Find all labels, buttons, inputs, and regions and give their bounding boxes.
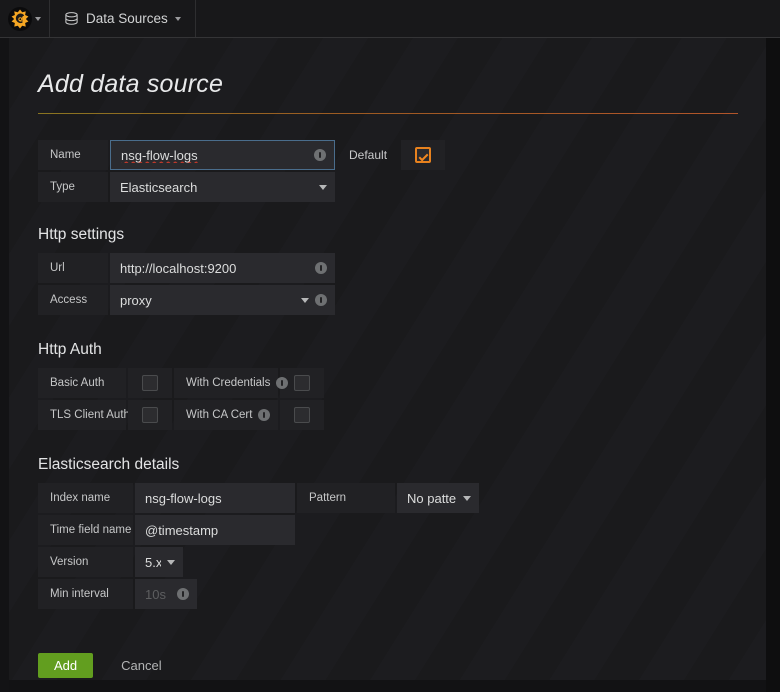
with-credentials-label: With Credentials: [186, 377, 270, 389]
nav-item-data-sources[interactable]: Data Sources: [50, 0, 196, 37]
with-ca-cert-checkbox[interactable]: [280, 400, 324, 430]
type-select-value: Elasticsearch: [120, 180, 313, 195]
cancel-button[interactable]: Cancel: [115, 657, 167, 674]
access-select-value: proxy: [120, 293, 295, 308]
top-navbar: Data Sources: [0, 0, 780, 38]
page-content: Add data source Name nsg-flow-logs Defau…: [9, 38, 766, 678]
default-checkbox[interactable]: [401, 140, 445, 170]
index-name-input[interactable]: nsg-flow-logs: [135, 483, 295, 513]
url-row: Url http://localhost:9200: [38, 253, 766, 283]
time-field-name-label: Time field name: [38, 515, 133, 545]
index-name-input-value: nsg-flow-logs: [145, 491, 287, 506]
info-icon[interactable]: [315, 262, 327, 274]
version-label: Version: [38, 547, 133, 577]
min-interval-label: Min interval: [38, 579, 133, 609]
basic-auth-checkbox[interactable]: [128, 368, 172, 398]
navbar-empty-space: [196, 0, 780, 37]
database-icon: [64, 11, 79, 26]
with-ca-cert-label-cell: With CA Cert: [174, 400, 278, 430]
elasticsearch-details-section: Elasticsearch details Index name nsg-flo…: [38, 456, 766, 609]
checkbox-unchecked-icon: [142, 375, 158, 391]
index-name-label: Index name: [38, 483, 133, 513]
type-row: Type Elasticsearch: [38, 172, 766, 202]
http-auth-title: Http Auth: [38, 341, 766, 359]
caret-down-icon: [301, 298, 309, 303]
basic-auth-row: Basic Auth With Credentials: [38, 368, 766, 398]
name-input[interactable]: nsg-flow-logs: [110, 140, 335, 170]
info-icon[interactable]: [177, 588, 189, 600]
name-input-value: nsg-flow-logs: [121, 148, 308, 163]
type-label: Type: [38, 172, 108, 202]
version-select[interactable]: 5.x: [135, 547, 183, 577]
with-credentials-label-cell: With Credentials: [174, 368, 278, 398]
page-title: Add data source: [38, 70, 766, 99]
url-input[interactable]: http://localhost:9200: [110, 253, 335, 283]
type-select[interactable]: Elasticsearch: [110, 172, 335, 202]
caret-down-icon: [35, 17, 41, 21]
pattern-select[interactable]: No pattern: [397, 483, 479, 513]
left-rail: [0, 38, 9, 692]
version-select-value: 5.x: [145, 555, 161, 570]
http-settings-section: Http settings Url http://localhost:9200 …: [38, 226, 766, 315]
info-icon[interactable]: [258, 409, 270, 421]
info-icon[interactable]: [315, 294, 327, 306]
basic-settings-section: Name nsg-flow-logs Default Type Elastics…: [38, 140, 766, 202]
min-interval-input[interactable]: 10s: [135, 579, 197, 609]
caret-down-icon: [319, 185, 327, 190]
checkbox-checked-icon: [415, 147, 431, 163]
min-interval-row: Min interval 10s: [38, 579, 766, 609]
index-name-row: Index name nsg-flow-logs Pattern No patt…: [38, 483, 766, 513]
grafana-logo-icon: [8, 7, 32, 31]
right-scrollbar-track[interactable]: [766, 38, 780, 692]
grafana-home-button[interactable]: [0, 0, 50, 37]
caret-down-icon: [463, 496, 471, 501]
time-field-name-input-value: @timestamp: [145, 523, 287, 538]
checkbox-unchecked-icon: [294, 407, 310, 423]
min-interval-placeholder: 10s: [145, 587, 171, 602]
tls-client-auth-label: TLS Client Auth: [38, 400, 126, 430]
checkbox-unchecked-icon: [294, 375, 310, 391]
bottom-strip: [0, 680, 780, 692]
tls-client-auth-row: TLS Client Auth With CA Cert: [38, 400, 766, 430]
add-button[interactable]: Add: [38, 653, 93, 678]
title-divider: [38, 113, 738, 114]
access-label: Access: [38, 285, 108, 315]
url-input-value: http://localhost:9200: [120, 261, 309, 276]
elasticsearch-details-title: Elasticsearch details: [38, 456, 766, 474]
version-row: Version 5.x: [38, 547, 766, 577]
name-row: Name nsg-flow-logs Default: [38, 140, 766, 170]
time-field-name-row: Time field name @timestamp: [38, 515, 766, 545]
name-label: Name: [38, 140, 108, 170]
time-field-name-input[interactable]: @timestamp: [135, 515, 295, 545]
nav-item-label: Data Sources: [86, 11, 168, 26]
form-actions: Add Cancel: [38, 653, 766, 678]
http-auth-section: Http Auth Basic Auth With Credentials TL…: [38, 341, 766, 430]
http-settings-title: Http settings: [38, 226, 766, 244]
access-select[interactable]: proxy: [110, 285, 335, 315]
caret-down-icon: [175, 17, 181, 21]
tls-client-auth-checkbox[interactable]: [128, 400, 172, 430]
basic-auth-label: Basic Auth: [38, 368, 126, 398]
pattern-select-value: No pattern: [407, 491, 457, 506]
checkbox-unchecked-icon: [142, 407, 158, 423]
default-label: Default: [337, 140, 399, 170]
with-ca-cert-label: With CA Cert: [186, 409, 252, 421]
pattern-label: Pattern: [297, 483, 395, 513]
caret-down-icon: [167, 560, 175, 565]
url-label: Url: [38, 253, 108, 283]
info-icon[interactable]: [314, 149, 326, 161]
access-row: Access proxy: [38, 285, 766, 315]
